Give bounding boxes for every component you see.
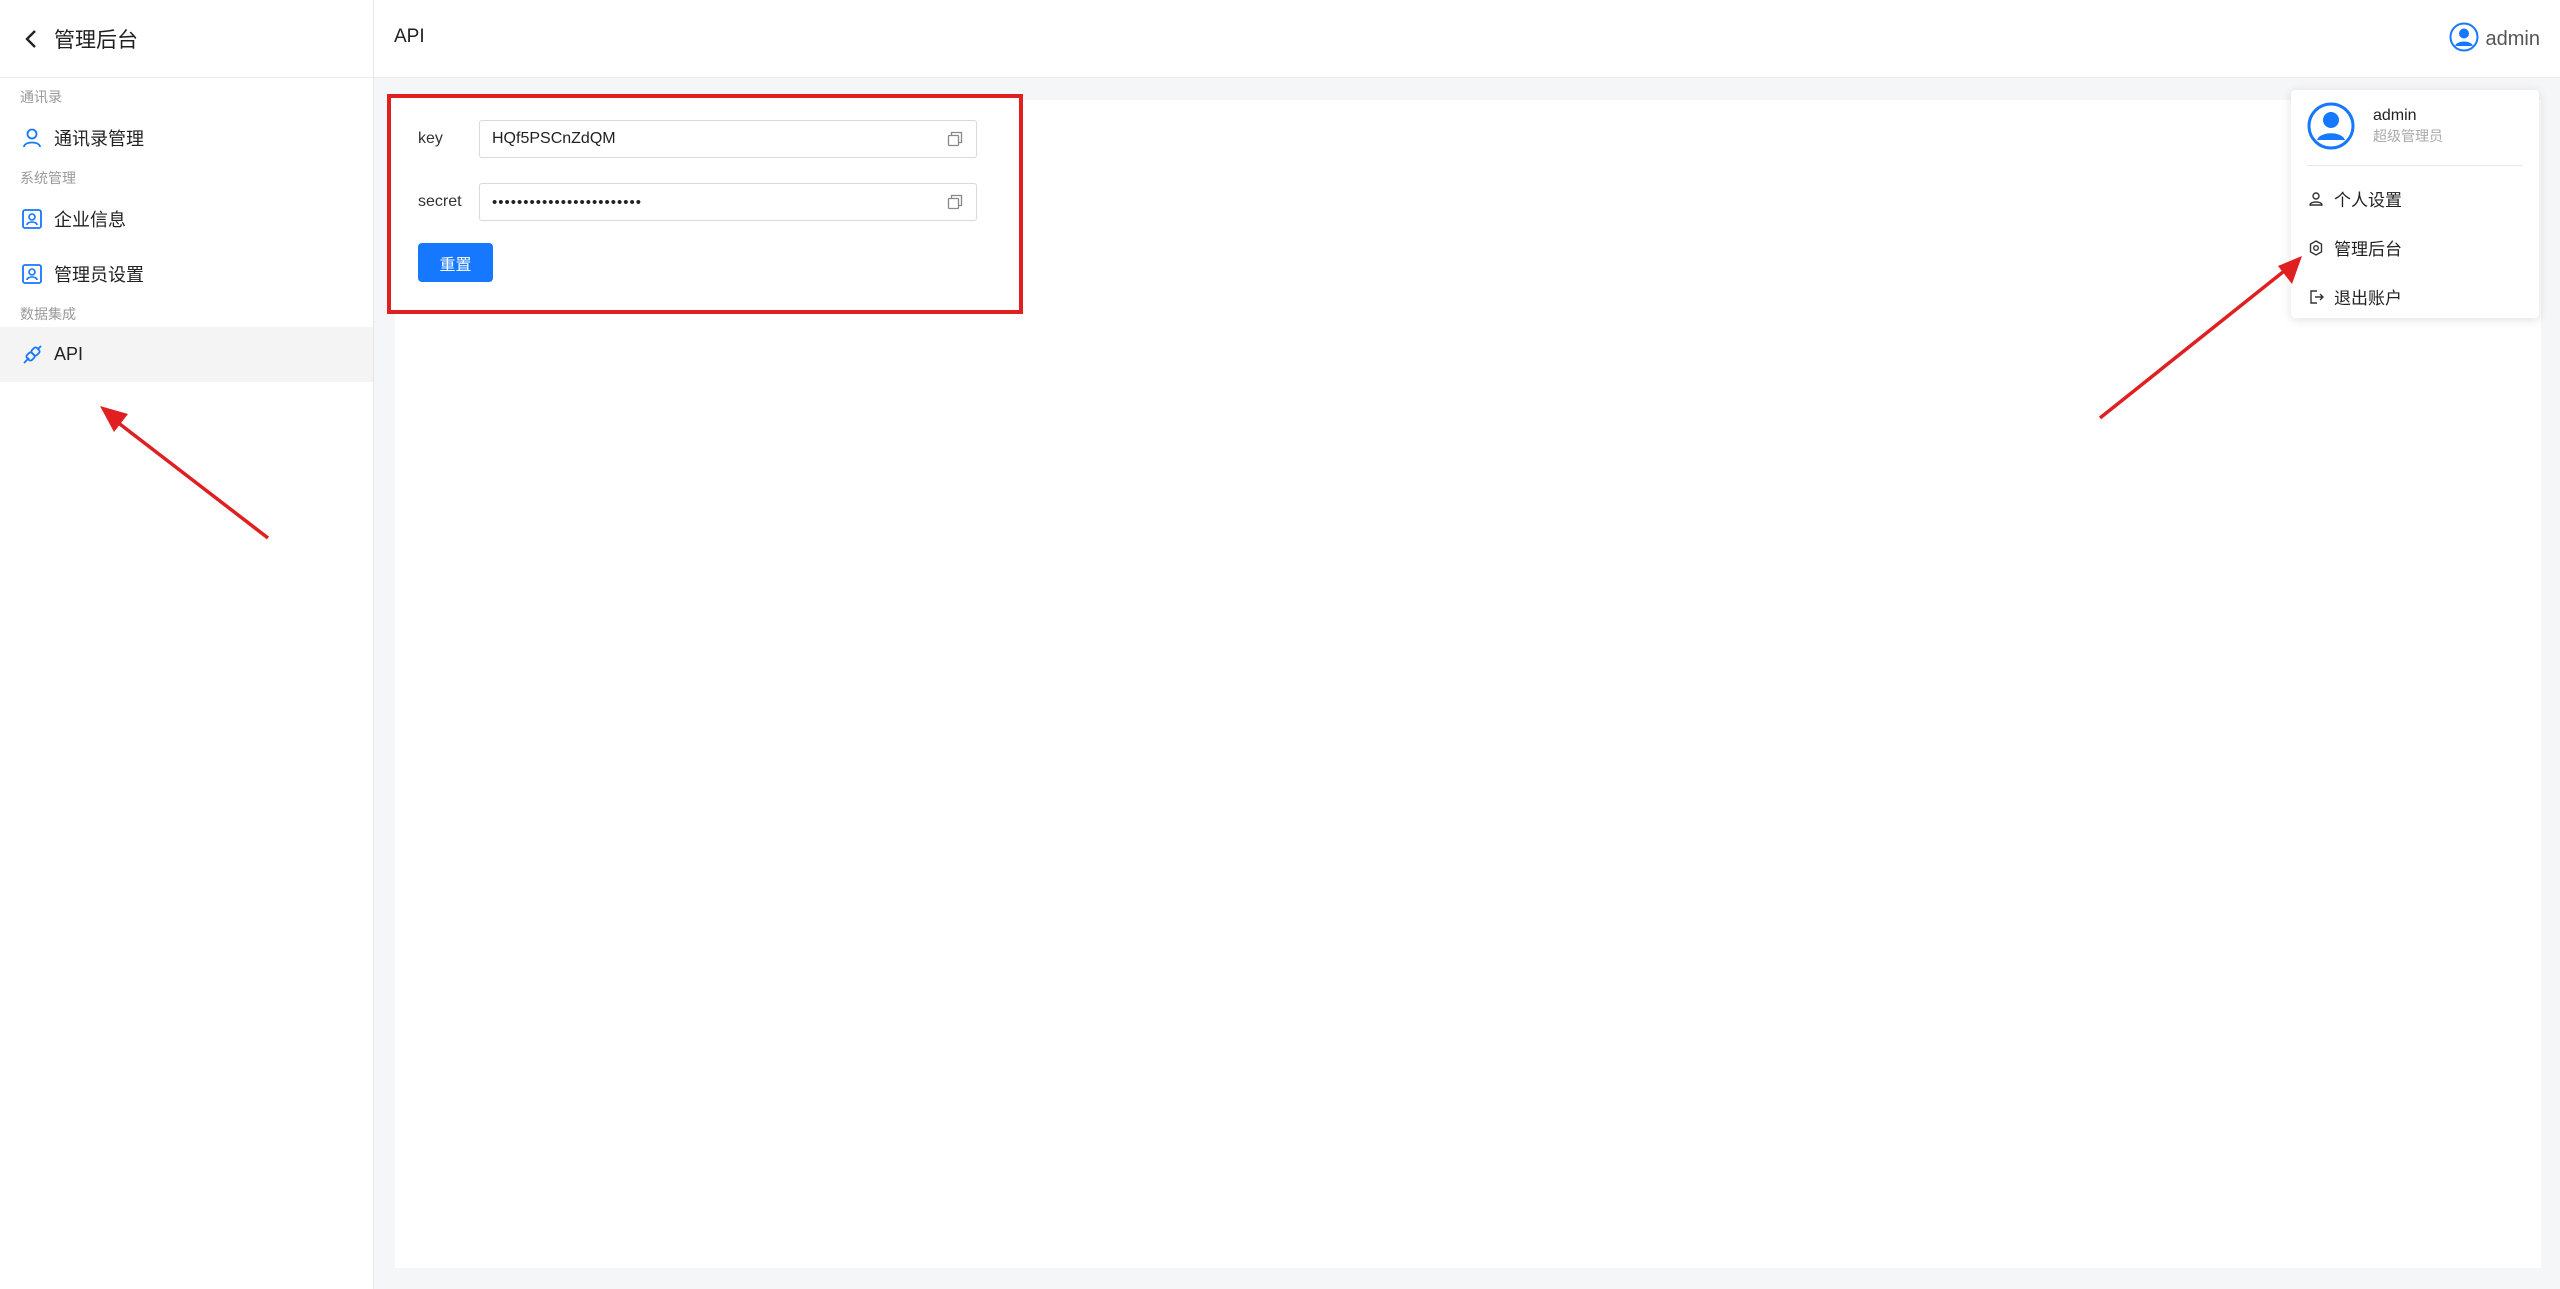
section-label-data-integration: 数据集成 (20, 306, 76, 322)
api-credentials-panel: key HQf5PSCnZdQM secret ••••••••••••••••… (387, 94, 1023, 314)
sidebar-title: 管理后台 (54, 28, 138, 52)
id-card-icon (20, 262, 44, 286)
top-header: API admin (374, 0, 2560, 78)
user-avatar-icon (2307, 102, 2355, 150)
section-label-system: 系统管理 (20, 170, 76, 186)
menu-item-admin-console[interactable]: 管理后台 (2307, 235, 2402, 260)
back-arrow-icon[interactable] (20, 27, 44, 51)
sidebar-item-contacts-management[interactable]: 通讯录管理 (0, 110, 373, 165)
header-username: admin (2485, 28, 2540, 50)
sidebar-item-api[interactable]: API (0, 327, 373, 382)
key-value: HQf5PSCnZdQM (492, 130, 616, 147)
key-row: key HQf5PSCnZdQM (418, 120, 977, 158)
dropdown-role: 超级管理员 (2373, 128, 2443, 144)
sidebar-item-label: 通讯录管理 (54, 128, 144, 149)
secret-label: secret (418, 193, 462, 210)
key-label: key (418, 130, 443, 147)
plug-connection-icon (20, 343, 44, 367)
logout-icon (2307, 288, 2325, 306)
copy-icon[interactable] (946, 193, 964, 211)
gear-icon (2307, 239, 2325, 257)
key-field[interactable]: HQf5PSCnZdQM (479, 120, 977, 158)
secret-value: •••••••••••••••••••••••• (492, 193, 643, 211)
sidebar-item-label: 企业信息 (54, 209, 126, 230)
menu-item-personal-settings[interactable]: 个人设置 (2307, 186, 2402, 211)
user-dropdown-menu: admin 超级管理员 个人设置 管理后台 退出账户 (2291, 90, 2539, 318)
sidebar-item-label: API (54, 344, 84, 364)
user-icon (20, 126, 44, 150)
sidebar-item-company-info[interactable]: 企业信息 (0, 191, 373, 246)
dropdown-divider (2307, 165, 2523, 166)
sidebar-item-label: 管理员设置 (54, 264, 144, 285)
copy-icon[interactable] (946, 130, 964, 148)
id-card-icon (20, 207, 44, 231)
menu-item-label: 管理后台 (2334, 240, 2402, 259)
menu-item-label: 退出账户 (2334, 289, 2402, 308)
sidebar-item-admin-settings[interactable]: 管理员设置 (0, 246, 373, 301)
menu-item-logout[interactable]: 退出账户 (2307, 284, 2402, 309)
user-avatar-icon (2449, 22, 2479, 57)
secret-row: secret •••••••••••••••••••••••• (418, 183, 977, 221)
user-menu-trigger[interactable]: admin (2449, 22, 2540, 57)
sidebar-header: 管理后台 (0, 0, 373, 78)
page-title: API (394, 26, 425, 47)
dropdown-username: admin (2373, 107, 2417, 124)
dropdown-user-info: admin 超级管理员 (2307, 102, 2443, 150)
secret-field[interactable]: •••••••••••••••••••••••• (479, 183, 977, 221)
user-icon (2307, 190, 2325, 208)
menu-item-label: 个人设置 (2334, 191, 2402, 210)
reset-button[interactable]: 重置 (418, 243, 493, 282)
section-label-contacts: 通讯录 (20, 89, 62, 105)
sidebar: 管理后台 通讯录 通讯录管理 系统管理 企业信息 管理员设置 数据集成 API (0, 0, 374, 1289)
